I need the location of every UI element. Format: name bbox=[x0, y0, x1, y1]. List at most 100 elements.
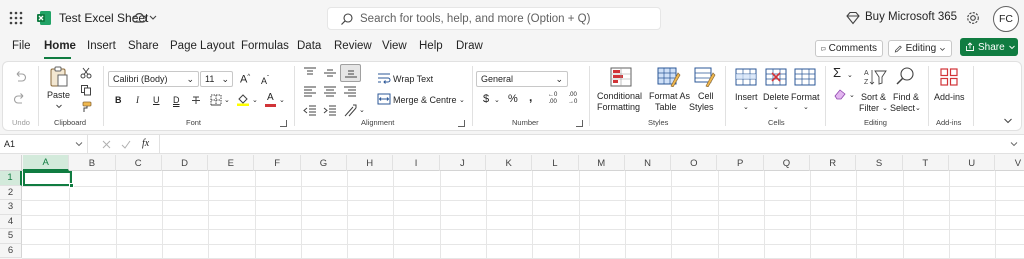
number-dialog-launcher[interactable] bbox=[576, 120, 583, 127]
cell-styles-label-1[interactable]: Cell bbox=[698, 91, 714, 102]
add-ins-icon[interactable] bbox=[939, 67, 959, 87]
bold-button[interactable]: B bbox=[115, 95, 122, 106]
chevron-down-icon[interactable]: ⌄ bbox=[803, 102, 809, 113]
column-header-m[interactable]: M bbox=[579, 155, 625, 171]
column-header-j[interactable]: J bbox=[440, 155, 486, 171]
chevron-down-icon[interactable]: ⌄ bbox=[882, 103, 888, 114]
paste-label[interactable]: Paste bbox=[47, 90, 70, 101]
tab-file[interactable]: File bbox=[12, 40, 31, 52]
row-header-1[interactable]: 1 bbox=[0, 171, 22, 186]
align-top-icon[interactable] bbox=[303, 67, 317, 79]
column-header-r[interactable]: R bbox=[810, 155, 857, 171]
row-header-6[interactable]: 6 bbox=[0, 243, 22, 258]
wrap-text-label[interactable]: Wrap Text bbox=[393, 74, 433, 85]
column-header-t[interactable]: T bbox=[903, 155, 949, 171]
selected-cell[interactable] bbox=[23, 171, 72, 186]
comments-button[interactable]: Comments bbox=[815, 40, 883, 57]
decrease-font-icon[interactable]: Aˇ bbox=[261, 74, 269, 87]
tab-share[interactable]: Share bbox=[128, 40, 159, 52]
align-bottom-button[interactable] bbox=[340, 64, 361, 82]
column-header-n[interactable]: N bbox=[625, 155, 672, 171]
increase-font-icon[interactable]: A^ bbox=[240, 72, 250, 86]
tab-help[interactable]: Help bbox=[419, 40, 443, 52]
paste-icon[interactable] bbox=[49, 66, 69, 88]
buy-microsoft-365-link[interactable]: Buy Microsoft 365 bbox=[865, 11, 957, 23]
cloud-saved-icon[interactable] bbox=[131, 10, 147, 26]
chevron-down-icon[interactable]: ⌄ bbox=[743, 102, 749, 113]
cancel-icon[interactable] bbox=[102, 140, 111, 149]
font-color-icon[interactable]: A bbox=[267, 92, 274, 103]
align-center-icon[interactable] bbox=[323, 86, 337, 98]
sort-filter-icon[interactable]: AZ bbox=[863, 67, 887, 87]
fill-color-icon[interactable] bbox=[236, 92, 250, 106]
conditional-formatting-label-2[interactable]: Formatting bbox=[597, 102, 640, 113]
tab-data[interactable]: Data bbox=[297, 40, 321, 52]
currency-icon[interactable]: $ bbox=[483, 94, 489, 105]
tab-formulas[interactable]: Formulas bbox=[241, 40, 289, 52]
chevron-down-icon[interactable]: ⌄ bbox=[252, 95, 258, 106]
chevron-down-icon[interactable]: ⌄ bbox=[359, 105, 365, 116]
column-header-v[interactable]: V bbox=[995, 155, 1024, 171]
chevron-down-icon[interactable]: ⌄ bbox=[915, 103, 921, 114]
insert-cells-icon[interactable] bbox=[735, 68, 757, 86]
formula-input[interactable] bbox=[160, 135, 1010, 153]
increase-decimal-icon[interactable]: ←0.00 bbox=[548, 92, 557, 106]
chevron-down-icon[interactable]: ⌄ bbox=[849, 90, 855, 101]
name-box[interactable]: A1 bbox=[0, 135, 88, 153]
ribbon-options-chevron-icon[interactable] bbox=[1003, 117, 1013, 125]
autosum-icon[interactable]: Σ bbox=[833, 66, 841, 79]
cut-icon[interactable] bbox=[80, 67, 92, 79]
share-button[interactable]: Share bbox=[960, 38, 1018, 56]
find-select-icon[interactable] bbox=[895, 66, 915, 86]
app-launcher-icon[interactable] bbox=[9, 11, 23, 25]
format-as-table-label-1[interactable]: Format As bbox=[649, 91, 690, 102]
double-underline-button[interactable]: D bbox=[173, 95, 180, 106]
column-header-d[interactable]: D bbox=[162, 155, 209, 171]
column-header-l[interactable]: L bbox=[532, 155, 579, 171]
font-size-dropdown[interactable]: 11 ⌄ bbox=[200, 71, 233, 87]
column-header-k[interactable]: K bbox=[486, 155, 533, 171]
select-all-corner[interactable] bbox=[0, 155, 22, 171]
fill-handle[interactable] bbox=[69, 183, 74, 188]
avatar[interactable]: FC bbox=[993, 6, 1019, 32]
chevron-down-icon[interactable] bbox=[55, 102, 63, 110]
cell-styles-icon[interactable] bbox=[694, 67, 716, 87]
increase-indent-icon[interactable] bbox=[323, 105, 337, 117]
expand-formula-bar-icon[interactable] bbox=[1010, 141, 1018, 147]
gear-icon[interactable] bbox=[965, 10, 981, 26]
cell-styles-label-2[interactable]: Styles bbox=[689, 102, 714, 113]
comma-style-icon[interactable]: , bbox=[529, 91, 532, 103]
conditional-formatting-icon[interactable] bbox=[610, 67, 632, 87]
sort-filter-label-1[interactable]: Sort & bbox=[861, 92, 886, 103]
decrease-indent-icon[interactable] bbox=[303, 105, 317, 117]
column-header-a[interactable]: A bbox=[23, 155, 70, 171]
format-cells-icon[interactable] bbox=[794, 68, 816, 86]
column-header-p[interactable]: P bbox=[718, 155, 764, 171]
font-dialog-launcher[interactable] bbox=[280, 120, 287, 127]
conditional-formatting-label-1[interactable]: Conditional bbox=[597, 91, 642, 102]
tab-review[interactable]: Review bbox=[334, 40, 372, 52]
chevron-down-icon[interactable] bbox=[148, 11, 158, 25]
find-select-label-2[interactable]: Select bbox=[890, 103, 915, 114]
wrap-text-icon[interactable] bbox=[377, 72, 391, 84]
column-header-q[interactable]: Q bbox=[764, 155, 811, 171]
row-header-4[interactable]: 4 bbox=[0, 214, 22, 229]
row-header-2[interactable]: 2 bbox=[0, 185, 22, 200]
align-right-icon[interactable] bbox=[343, 86, 357, 98]
find-select-label-1[interactable]: Find & bbox=[893, 92, 919, 103]
row-header-5[interactable]: 5 bbox=[0, 229, 22, 244]
column-header-c[interactable]: C bbox=[116, 155, 162, 171]
column-header-s[interactable]: S bbox=[856, 155, 903, 171]
merge-centre-icon[interactable] bbox=[377, 93, 391, 105]
column-header-e[interactable]: E bbox=[208, 155, 255, 171]
tab-insert[interactable]: Insert bbox=[87, 40, 116, 52]
format-as-table-icon[interactable] bbox=[657, 67, 681, 87]
format-as-table-label-2[interactable]: Table bbox=[655, 102, 677, 113]
chevron-down-icon[interactable]: ⌄ bbox=[279, 95, 285, 106]
column-header-f[interactable]: F bbox=[255, 155, 301, 171]
row-header-3[interactable]: 3 bbox=[0, 200, 22, 215]
column-header-u[interactable]: U bbox=[949, 155, 996, 171]
add-ins-label[interactable]: Add-ins bbox=[934, 92, 965, 103]
column-header-h[interactable]: H bbox=[347, 155, 394, 171]
column-header-o[interactable]: O bbox=[671, 155, 718, 171]
